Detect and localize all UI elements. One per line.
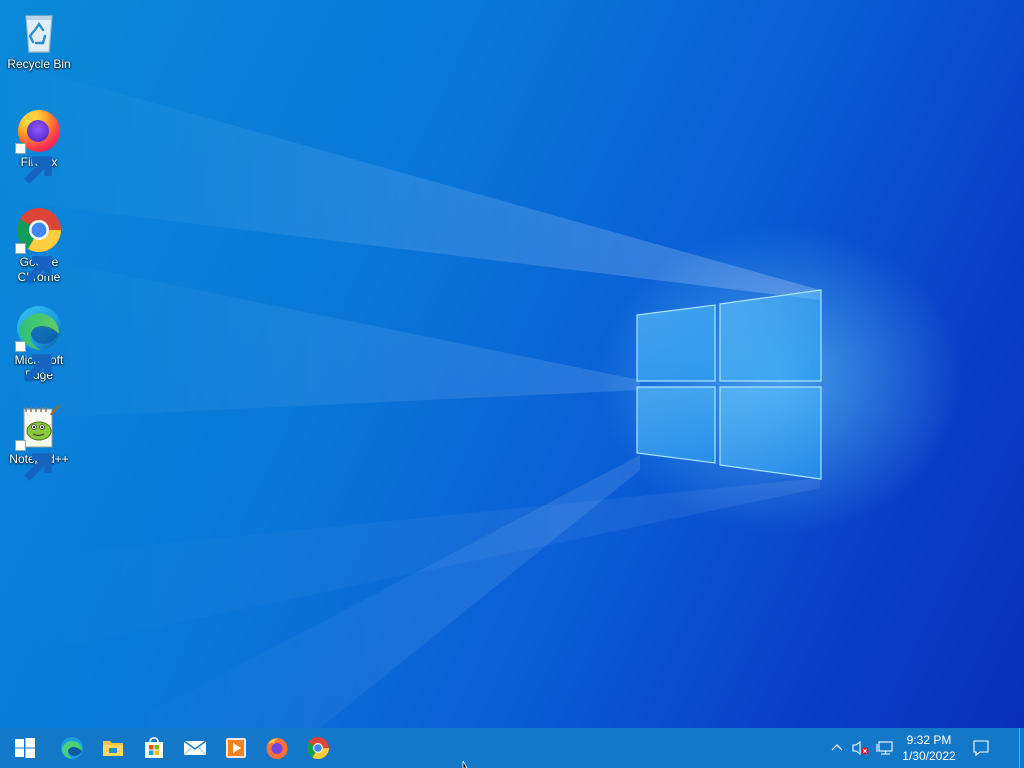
edge-icon bbox=[15, 304, 63, 382]
taskbar: 9:32 PM 1/30/2022 bbox=[0, 728, 1024, 768]
desktop-icon-firefox[interactable]: Firefox bbox=[1, 106, 77, 184]
shortcut-arrow-icon bbox=[15, 143, 52, 184]
windows-start-icon bbox=[15, 738, 35, 758]
taskbar-clock[interactable]: 9:32 PM 1/30/2022 bbox=[896, 728, 962, 768]
windows-logo-graphic bbox=[636, 289, 822, 480]
shortcut-arrow-icon bbox=[15, 243, 52, 284]
clock-time: 9:32 PM bbox=[906, 733, 952, 747]
taskbar-button-microsoft-edge[interactable] bbox=[51, 728, 92, 768]
network-icon bbox=[876, 741, 893, 755]
show-hidden-icons-button[interactable] bbox=[828, 728, 846, 768]
mail-icon bbox=[183, 740, 206, 756]
desktop-icon-microsoft-edge[interactable]: Microsoft Edge bbox=[1, 304, 77, 383]
desktop-icon-recycle-bin[interactable]: Recycle Bin bbox=[1, 8, 77, 72]
taskbar-button-file-explorer[interactable] bbox=[92, 728, 133, 768]
shortcut-arrow-icon bbox=[15, 440, 52, 481]
taskbar-button-firefox[interactable] bbox=[256, 728, 297, 768]
show-hidden-icons-chevron-icon bbox=[831, 744, 843, 751]
desktop-icon-notepad-plus-plus[interactable]: Notepad++ bbox=[1, 403, 77, 481]
chrome-icon bbox=[15, 206, 63, 284]
chrome-icon bbox=[306, 737, 329, 759]
clock-date: 1/30/2022 bbox=[902, 749, 956, 763]
start-button[interactable] bbox=[3, 728, 47, 768]
action-center-button[interactable] bbox=[967, 728, 995, 768]
notepad-plus-plus-icon bbox=[15, 403, 63, 481]
edge-icon bbox=[60, 737, 83, 759]
taskbar-button-microsoft-store[interactable] bbox=[133, 728, 174, 768]
media-player-icon bbox=[225, 738, 246, 758]
mouse-cursor-icon bbox=[462, 761, 468, 768]
shortcut-arrow-icon bbox=[15, 341, 52, 382]
taskbar-button-google-chrome[interactable] bbox=[297, 728, 338, 768]
desktop[interactable]: Recycle Bin Firefox Google Chrome Micros… bbox=[0, 0, 1024, 728]
firefox-icon bbox=[15, 106, 63, 184]
desktop-icon-label: Recycle Bin bbox=[7, 57, 71, 71]
volume-muted-icon bbox=[852, 740, 869, 756]
recycle-bin-icon bbox=[15, 8, 63, 56]
firefox-icon bbox=[266, 738, 287, 759]
desktop-icon-google-chrome[interactable]: Google Chrome bbox=[1, 206, 77, 285]
file-explorer-icon bbox=[102, 741, 123, 756]
network-button[interactable] bbox=[874, 728, 896, 768]
taskbar-button-media-player[interactable] bbox=[215, 728, 256, 768]
store-icon bbox=[144, 737, 163, 758]
show-desktop-button[interactable] bbox=[1019, 728, 1024, 768]
action-center-icon bbox=[973, 740, 989, 757]
taskbar-button-mail[interactable] bbox=[174, 728, 215, 768]
volume-button[interactable] bbox=[849, 728, 871, 768]
